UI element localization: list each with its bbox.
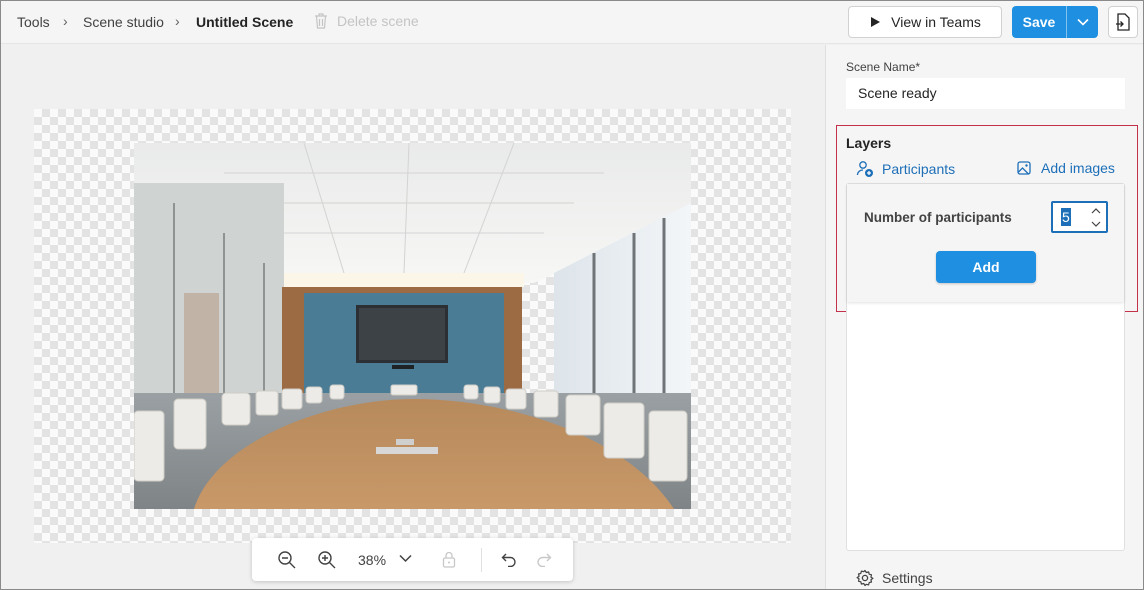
- add-participants-button[interactable]: Add: [936, 251, 1036, 283]
- delete-scene-label: Delete scene: [337, 13, 419, 29]
- play-icon: [871, 17, 881, 27]
- chevron-down-icon: [1076, 18, 1089, 26]
- stepper-increment[interactable]: [1089, 205, 1103, 217]
- export-button[interactable]: [1108, 6, 1138, 38]
- toolbar-divider: [481, 548, 482, 572]
- zoom-level[interactable]: 38%: [358, 552, 386, 568]
- export-icon: [1116, 13, 1130, 31]
- lock-icon: [442, 551, 456, 568]
- person-add-icon: [856, 161, 873, 177]
- image-icon: [1017, 161, 1031, 175]
- breadcrumb-separator: ›: [175, 13, 180, 29]
- scene-background-image[interactable]: [134, 143, 691, 509]
- breadcrumb-separator: ›: [63, 13, 68, 29]
- zoom-in-icon: [318, 551, 336, 569]
- scene-name-label: Scene Name*: [846, 60, 921, 74]
- delete-scene-button[interactable]: Delete scene: [313, 12, 419, 30]
- tab-participants[interactable]: Participants: [856, 160, 955, 178]
- participants-stepper[interactable]: 5: [1051, 201, 1108, 233]
- stepper-decrement[interactable]: [1089, 218, 1103, 230]
- tab-add-images-label: Add images: [1041, 160, 1115, 176]
- zoom-out-icon: [278, 551, 296, 569]
- number-of-participants-label: Number of participants: [864, 210, 1012, 225]
- gear-icon: [856, 569, 874, 587]
- breadcrumb-current: Untitled Scene: [196, 14, 294, 30]
- tab-add-images[interactable]: Add images: [1017, 160, 1115, 176]
- settings-button[interactable]: Settings: [856, 569, 933, 587]
- participants-value[interactable]: 5: [1061, 208, 1071, 226]
- view-in-teams-label: View in Teams: [891, 14, 981, 30]
- zoom-toolbar: [252, 538, 573, 581]
- tab-participants-label: Participants: [882, 161, 956, 177]
- trash-icon: [315, 13, 327, 29]
- zoom-menu-button[interactable]: [399, 554, 412, 563]
- chevron-down-icon: [399, 554, 412, 563]
- chevron-down-icon: [1091, 221, 1101, 227]
- undo-button[interactable]: [501, 553, 517, 567]
- chevron-up-icon: [1091, 208, 1101, 214]
- view-in-teams-button[interactable]: View in Teams: [848, 6, 1002, 38]
- save-options-button[interactable]: [1066, 6, 1098, 38]
- scene-name-input[interactable]: [846, 78, 1125, 109]
- save-button[interactable]: Save: [1012, 6, 1066, 38]
- redo-icon: [537, 553, 552, 567]
- zoom-in-button[interactable]: [317, 550, 337, 570]
- app-window: Tools › Scene studio › Untitled Scene De…: [0, 0, 1144, 590]
- layers-title: Layers: [846, 135, 892, 151]
- lock-button[interactable]: [442, 551, 456, 568]
- zoom-out-button[interactable]: [277, 550, 297, 570]
- redo-button[interactable]: [536, 553, 552, 567]
- breadcrumb-tools[interactable]: Tools: [17, 14, 50, 30]
- breadcrumb-scene-studio[interactable]: Scene studio: [83, 14, 164, 30]
- undo-icon: [501, 553, 516, 567]
- save-split-button: Save: [1012, 6, 1098, 38]
- settings-label: Settings: [882, 570, 933, 586]
